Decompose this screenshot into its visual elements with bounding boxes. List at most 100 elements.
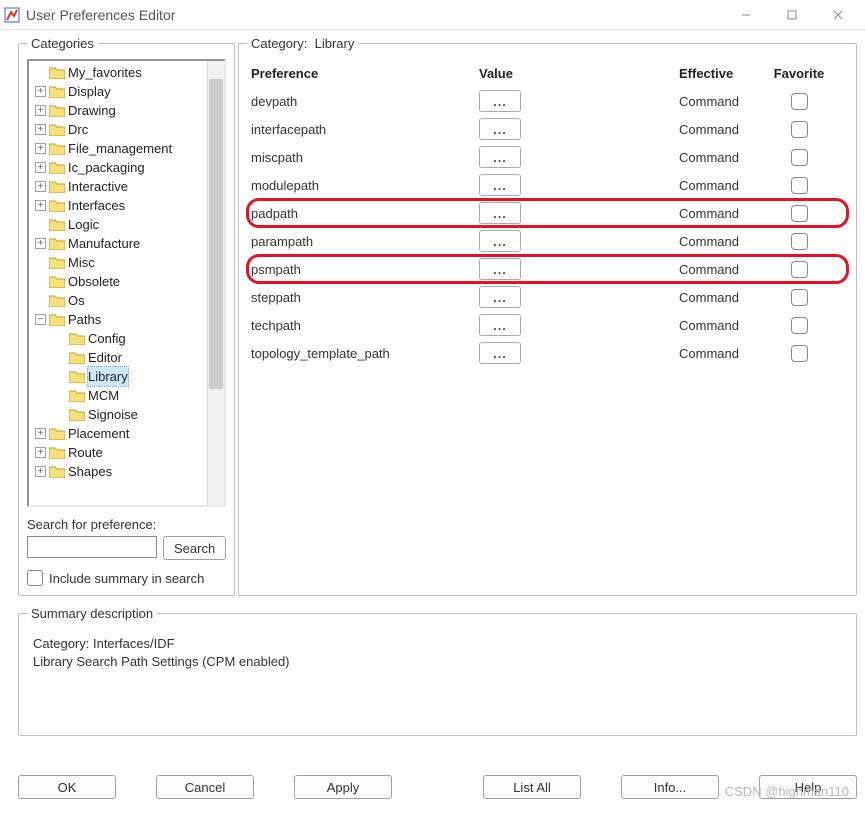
tree-item-label: Route	[68, 443, 103, 462]
expand-icon[interactable]: +	[35, 238, 46, 249]
tree-item-label: Logic	[68, 215, 99, 234]
pref-row: interfacepath...Command	[247, 115, 848, 143]
favorite-checkbox[interactable]	[791, 289, 808, 306]
favorite-checkbox[interactable]	[791, 149, 808, 166]
search-button[interactable]: Search	[163, 536, 226, 560]
favorite-checkbox[interactable]	[791, 261, 808, 278]
expand-icon[interactable]: +	[35, 447, 46, 458]
ok-button[interactable]: OK	[18, 775, 116, 799]
tree-item[interactable]: +Shapes	[29, 462, 207, 481]
favorite-checkbox[interactable]	[791, 177, 808, 194]
pref-effective: Command	[679, 178, 769, 193]
include-summary-checkbox[interactable]	[27, 570, 43, 586]
expand-icon[interactable]: +	[35, 428, 46, 439]
tree-item[interactable]: +Manufacture	[29, 234, 207, 253]
cancel-button[interactable]: Cancel	[156, 775, 254, 799]
tree-item[interactable]: +Display	[29, 82, 207, 101]
category-header: Category: Library	[247, 36, 358, 51]
pref-effective: Command	[679, 290, 769, 305]
bottom-buttons: OK Cancel Apply List All Info... Help	[18, 775, 857, 799]
pref-effective: Command	[679, 346, 769, 361]
tree-item[interactable]: Signoise	[29, 405, 207, 424]
col-header-pref: Preference	[247, 66, 479, 81]
expand-icon[interactable]: +	[35, 162, 46, 173]
tree-leaf-spacer	[55, 333, 66, 344]
value-browse-button[interactable]: ...	[479, 286, 521, 308]
favorite-checkbox[interactable]	[791, 205, 808, 222]
tree-item[interactable]: Config	[29, 329, 207, 348]
tree-leaf-spacer	[35, 257, 46, 268]
pref-name: modulepath	[247, 178, 479, 193]
pref-name: interfacepath	[247, 122, 479, 137]
pref-name: parampath	[247, 234, 479, 249]
tree-item[interactable]: +Drc	[29, 120, 207, 139]
tree-item[interactable]: + Ic_packaging	[29, 158, 207, 177]
info-button[interactable]: Info...	[621, 775, 719, 799]
favorite-checkbox[interactable]	[791, 121, 808, 138]
favorite-checkbox[interactable]	[791, 93, 808, 110]
expand-icon[interactable]: +	[35, 143, 46, 154]
value-browse-button[interactable]: ...	[479, 146, 521, 168]
favorite-checkbox[interactable]	[791, 317, 808, 334]
tree-item[interactable]: −Paths	[29, 310, 207, 329]
tree-item[interactable]: Editor	[29, 348, 207, 367]
value-browse-button[interactable]: ...	[479, 90, 521, 112]
expand-icon[interactable]: +	[35, 466, 46, 477]
favorite-checkbox[interactable]	[791, 233, 808, 250]
tree-item-label: Editor	[88, 348, 122, 367]
expand-icon[interactable]: +	[35, 105, 46, 116]
pref-name: techpath	[247, 318, 479, 333]
help-button[interactable]: Help	[759, 775, 857, 799]
maximize-button[interactable]	[769, 0, 815, 30]
favorite-checkbox[interactable]	[791, 345, 808, 362]
expand-icon[interactable]: +	[35, 181, 46, 192]
tree-scrollbar[interactable]	[207, 61, 224, 505]
tree-item-label: Library	[88, 367, 128, 386]
tree-item[interactable]: Logic	[29, 215, 207, 234]
tree-leaf-spacer	[55, 409, 66, 420]
search-input[interactable]	[27, 536, 157, 558]
tree-item[interactable]: + Interactive	[29, 177, 207, 196]
apply-button[interactable]: Apply	[294, 775, 392, 799]
pref-row: modulepath... Command	[247, 171, 848, 199]
pref-name: steppath	[247, 290, 479, 305]
scrollbar-thumb[interactable]	[209, 79, 223, 389]
value-browse-button[interactable]: ...	[479, 314, 521, 336]
tree-item[interactable]: +Placement	[29, 424, 207, 443]
tree-item[interactable]: +Interfaces	[29, 196, 207, 215]
summary-line2: Library Search Path Settings (CPM enable…	[33, 653, 842, 671]
collapse-icon[interactable]: −	[35, 314, 46, 325]
tree-item[interactable]: My_favorites	[29, 63, 207, 82]
tree-item-label: Interactive	[68, 177, 128, 196]
tree-item[interactable]: +File_management	[29, 139, 207, 158]
tree-item[interactable]: + Route	[29, 443, 207, 462]
tree-leaf-spacer	[35, 67, 46, 78]
expand-icon[interactable]: +	[35, 86, 46, 97]
value-browse-button[interactable]: ...	[479, 342, 521, 364]
pref-name: psmpath	[247, 262, 479, 277]
pref-row: padpath...Command	[247, 199, 848, 227]
value-browse-button[interactable]: ...	[479, 174, 521, 196]
categories-tree[interactable]: My_favorites+Display+Drawing+Drc+File_ma…	[29, 61, 207, 505]
minimize-button[interactable]	[723, 0, 769, 30]
value-browse-button[interactable]: ...	[479, 230, 521, 252]
tree-item[interactable]: Library	[29, 367, 207, 386]
value-browse-button[interactable]: ...	[479, 202, 521, 224]
pref-effective: Command	[679, 206, 769, 221]
value-browse-button[interactable]: ...	[479, 118, 521, 140]
tree-item[interactable]: Obsolete	[29, 272, 207, 291]
tree-item-label: Ic_packaging	[68, 158, 145, 177]
tree-item[interactable]: + Drawing	[29, 101, 207, 120]
expand-icon[interactable]: +	[35, 124, 46, 135]
close-button[interactable]	[815, 0, 861, 30]
expand-icon[interactable]: +	[35, 200, 46, 211]
tree-item[interactable]: Os	[29, 291, 207, 310]
pref-name: topology_template_path	[247, 346, 479, 361]
tree-item[interactable]: MCM	[29, 386, 207, 405]
col-header-eff: Effective	[679, 66, 769, 81]
pref-row: techpath...Command	[247, 311, 848, 339]
value-browse-button[interactable]: ...	[479, 258, 521, 280]
listall-button[interactable]: List All	[483, 775, 581, 799]
tree-item-label: Drawing	[68, 101, 116, 120]
tree-item[interactable]: Misc	[29, 253, 207, 272]
